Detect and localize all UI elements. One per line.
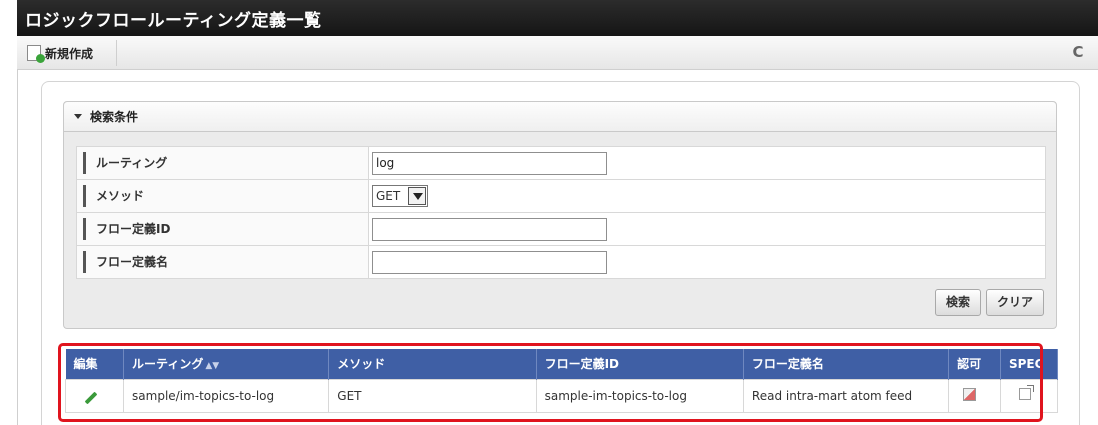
- search-form: ルーティング メソッド GET フロー定義ID フロー定義名: [76, 146, 1046, 279]
- left-divider: [17, 70, 18, 425]
- toolbar: 新規作成 C: [17, 36, 1098, 70]
- method-select-value: GET: [376, 189, 401, 203]
- form-row-method: メソッド GET: [76, 179, 1046, 213]
- search-panel: 検索条件 ルーティング メソッド GET フロー定義ID フロー定義名 検索 ク: [63, 101, 1057, 329]
- routing-label: ルーティング: [83, 152, 167, 174]
- highlight-box: [58, 343, 1043, 422]
- method-select[interactable]: GET: [372, 185, 429, 207]
- flow-name-input[interactable]: [372, 250, 607, 274]
- search-button[interactable]: 検索: [934, 289, 981, 316]
- collapse-triangle-icon: [74, 114, 82, 119]
- new-create-label: 新規作成: [45, 46, 94, 61]
- flow-id-input[interactable]: [372, 217, 607, 241]
- flow-id-label: フロー定義ID: [83, 218, 170, 240]
- search-toggle[interactable]: 検索条件: [64, 102, 1056, 132]
- form-row-routing: ルーティング: [76, 146, 1046, 180]
- search-section-label: 検索条件: [90, 110, 139, 124]
- search-buttons: 検索 クリア: [934, 289, 1044, 316]
- page-title: ロジックフロールーティング定義一覧: [25, 11, 322, 31]
- form-row-flow-name: フロー定義名: [76, 245, 1046, 279]
- refresh-icon[interactable]: C: [1070, 44, 1086, 60]
- chevron-down-icon: [408, 187, 427, 205]
- routing-input[interactable]: [372, 151, 607, 175]
- new-document-icon: [27, 45, 45, 63]
- method-label: メソッド: [83, 185, 144, 207]
- form-row-flow-id: フロー定義ID: [76, 212, 1046, 246]
- new-create-button[interactable]: 新規作成: [17, 40, 117, 66]
- title-bar: ロジックフロールーティング定義一覧: [17, 0, 1098, 36]
- clear-button[interactable]: クリア: [985, 289, 1044, 316]
- flow-name-label: フロー定義名: [83, 251, 168, 273]
